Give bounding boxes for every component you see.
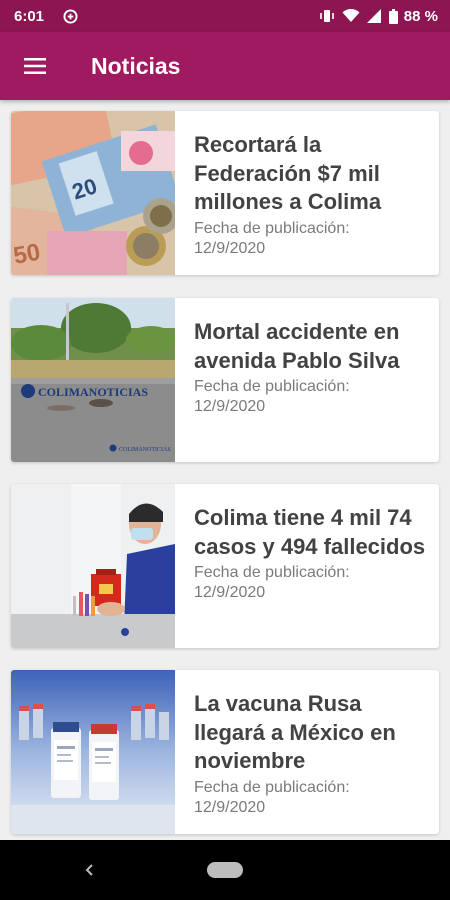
system-nav-bar	[0, 840, 450, 900]
status-time: 6:01	[14, 7, 45, 25]
news-card-content: Recortará la Federación $7 mil millones …	[175, 111, 439, 275]
colimanoticias-watermark-small: COLIMANOTICIAS	[119, 447, 171, 453]
news-date: 12/9/2020	[194, 798, 266, 816]
back-button[interactable]	[78, 858, 100, 882]
news-list[interactable]: 20 50 Recortará la Federación $7 mil mil…	[0, 100, 450, 840]
news-card[interactable]: La vacuna Rusa llegará a México en novie…	[11, 670, 439, 834]
news-card-content: La vacuna Rusa llegará a México en novie…	[175, 670, 439, 834]
svg-text:50: 50	[11, 239, 42, 270]
pesos-banknotes-image: 20 50	[11, 111, 175, 275]
wifi-icon	[342, 9, 360, 23]
news-date-label: Fecha de publicación:	[194, 219, 350, 237]
vaccine-vials-image	[11, 670, 175, 834]
hamburger-menu-icon	[24, 58, 46, 74]
news-date: 12/9/2020	[194, 239, 266, 257]
road-accident-image: COLIMANOTICIAS COLIMANOTICIAS	[11, 298, 175, 462]
data-saver-icon	[63, 8, 78, 24]
app-bar: Noticias	[0, 32, 450, 100]
news-title: Colima tiene 4 mil 74 casos y 494 fallec…	[194, 505, 426, 559]
home-pill-icon[interactable]	[207, 862, 243, 878]
vibrate-icon	[319, 9, 335, 23]
news-card[interactable]: Colima tiene 4 mil 74 casos y 494 fallec…	[11, 484, 439, 648]
news-card[interactable]: COLIMANOTICIAS COLIMANOTICIAS Mortal acc…	[11, 298, 439, 462]
health-worker-lab-image	[11, 484, 175, 648]
news-title: Mortal accidente en avenida Pablo Silva	[194, 319, 400, 373]
news-title: La vacuna Rusa llegará a México en novie…	[194, 691, 396, 773]
status-bar: 6:01 88 %	[0, 0, 450, 32]
news-date-label: Fecha de publicación:	[194, 564, 350, 581]
page-title: Noticias	[91, 52, 181, 79]
news-title: Recortará la Federación $7 mil millones …	[194, 132, 382, 214]
news-date: 12/9/2020	[194, 584, 266, 601]
news-card[interactable]: 20 50 Recortará la Federación $7 mil mil…	[11, 111, 439, 275]
colimanoticias-watermark: COLIMANOTICIAS	[38, 385, 148, 399]
news-date-label: Fecha de publicación:	[194, 778, 350, 796]
news-card-content: Colima tiene 4 mil 74 casos y 494 fallec…	[175, 484, 439, 648]
battery-icon	[388, 8, 398, 24]
signal-icon	[366, 9, 382, 23]
news-card-content: Mortal accidente en avenida Pablo Silva …	[175, 298, 439, 462]
battery-percentage: 88 %	[403, 7, 438, 25]
news-date: 12/9/2020	[194, 398, 266, 415]
hamburger-menu-button[interactable]	[0, 32, 70, 100]
back-arrow-icon	[85, 864, 93, 876]
news-date-label: Fecha de publicación:	[194, 378, 350, 395]
